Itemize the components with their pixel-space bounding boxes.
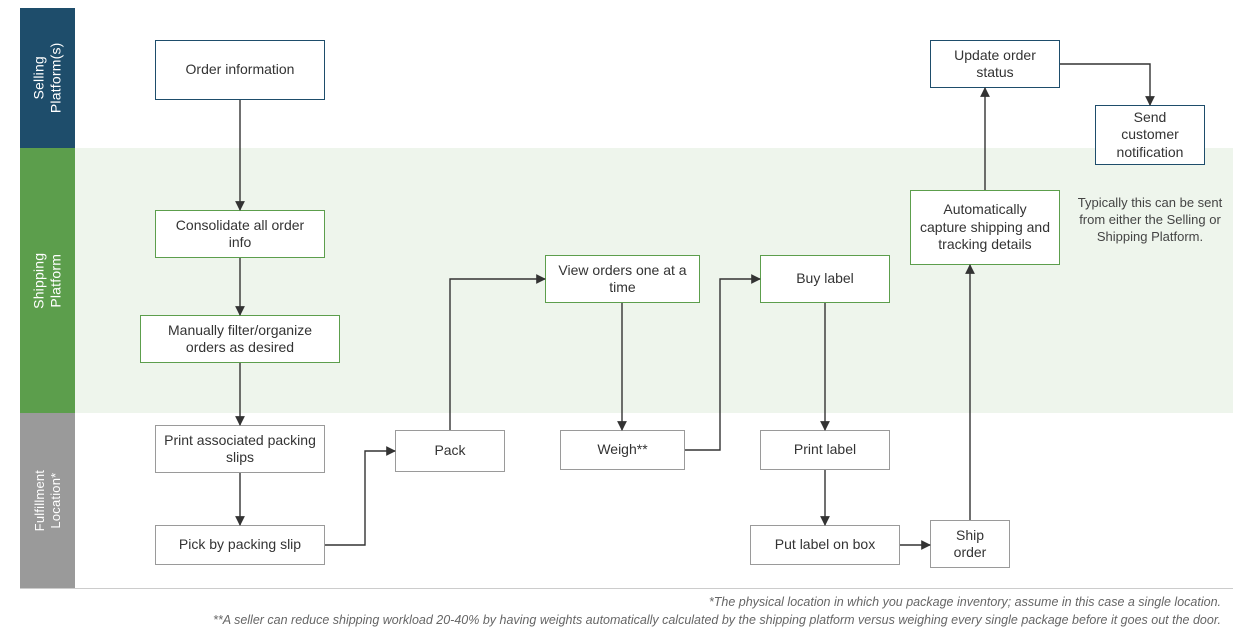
node-label: Print label	[794, 441, 856, 459]
node-label: View orders one at a time	[554, 262, 691, 297]
node-weigh: Weigh**	[560, 430, 685, 470]
lane-label: FulfillmentLocation*	[32, 470, 63, 531]
node-label: Order information	[186, 61, 295, 79]
node-pack: Pack	[395, 430, 505, 472]
node-label: Manually filter/organize orders as desir…	[149, 322, 331, 357]
node-label: Put label on box	[775, 536, 875, 554]
divider-bottom	[20, 588, 1233, 589]
footnote-2: **A seller can reduce shipping workload …	[90, 613, 1221, 627]
node-label: Pick by packing slip	[179, 536, 301, 554]
node-print-label: Print label	[760, 430, 890, 470]
node-label: Pack	[434, 442, 465, 460]
node-label: Update order status	[939, 47, 1051, 82]
lane-label: ShippingPlatform	[31, 252, 65, 308]
node-label: Consolidate all order info	[164, 217, 316, 252]
node-ship-order: Ship order	[930, 520, 1010, 568]
node-update-status: Update order status	[930, 40, 1060, 88]
node-capture-details: Automatically capture shipping and track…	[910, 190, 1060, 265]
node-label: Send customer notification	[1104, 109, 1196, 162]
node-label: Automatically capture shipping and track…	[919, 201, 1051, 254]
lane-tab-shipping: ShippingPlatform	[20, 148, 75, 413]
node-order-information: Order information	[155, 40, 325, 100]
node-label: Weigh**	[597, 441, 647, 459]
node-label: Ship order	[939, 527, 1001, 562]
lane-label: SellingPlatform(s)	[31, 43, 65, 114]
node-consolidate: Consolidate all order info	[155, 210, 325, 258]
node-view-orders: View orders one at a time	[545, 255, 700, 303]
node-filter-orders: Manually filter/organize orders as desir…	[140, 315, 340, 363]
node-pick-by-slip: Pick by packing slip	[155, 525, 325, 565]
node-buy-label: Buy label	[760, 255, 890, 303]
sidenote-notification: Typically this can be sent from either t…	[1075, 195, 1225, 246]
node-send-customer-notification: Send customer notification	[1095, 105, 1205, 165]
node-label: Buy label	[796, 270, 854, 288]
lane-tab-fulfillment: FulfillmentLocation*	[20, 413, 75, 588]
node-put-label-on-box: Put label on box	[750, 525, 900, 565]
footnote-1: *The physical location in which you pack…	[90, 595, 1221, 609]
diagram-canvas: SellingPlatform(s) ShippingPlatform Fulf…	[0, 0, 1233, 637]
node-print-packing-slips: Print associated packing slips	[155, 425, 325, 473]
node-label: Print associated packing slips	[164, 432, 316, 467]
lane-tab-selling: SellingPlatform(s)	[20, 8, 75, 148]
